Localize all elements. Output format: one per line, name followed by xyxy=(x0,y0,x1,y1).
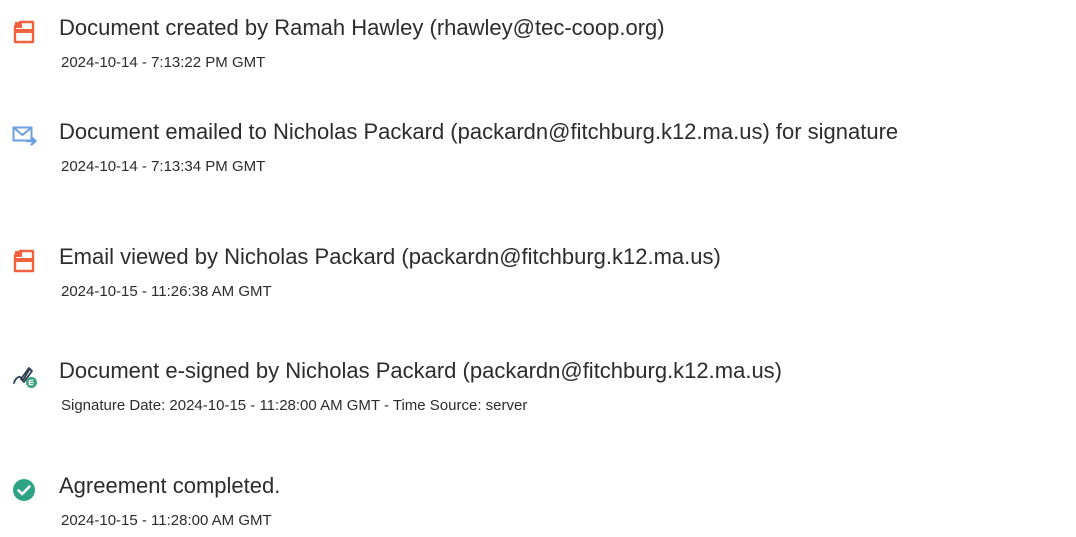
document-audit-history: Document created by Ramah Hawley (rhawle… xyxy=(0,0,1076,537)
event-timestamp: 2024-10-14 - 7:13:22 PM GMT xyxy=(61,54,266,71)
email-sent-icon xyxy=(12,124,37,148)
event-title: Email viewed by Nicholas Packard (packar… xyxy=(59,244,721,269)
event-timestamp: 2024-10-15 - 11:28:00 AM GMT xyxy=(61,512,272,529)
event-title: Document created by Ramah Hawley (rhawle… xyxy=(59,15,665,40)
event-title: Agreement completed. xyxy=(59,473,281,498)
document-icon xyxy=(12,249,36,273)
check-circle-icon xyxy=(12,478,36,502)
e-sign-pen-icon xyxy=(12,363,37,388)
event-timestamp: 2024-10-14 - 7:13:34 PM GMT xyxy=(61,158,266,175)
event-title: Document e-signed by Nicholas Packard (p… xyxy=(59,358,783,383)
document-icon xyxy=(12,20,36,44)
event-title: Document emailed to Nicholas Packard (pa… xyxy=(59,119,899,144)
event-timestamp: 2024-10-15 - 11:26:38 AM GMT xyxy=(61,283,272,300)
event-timestamp: Signature Date: 2024-10-15 - 11:28:00 AM… xyxy=(61,397,528,414)
